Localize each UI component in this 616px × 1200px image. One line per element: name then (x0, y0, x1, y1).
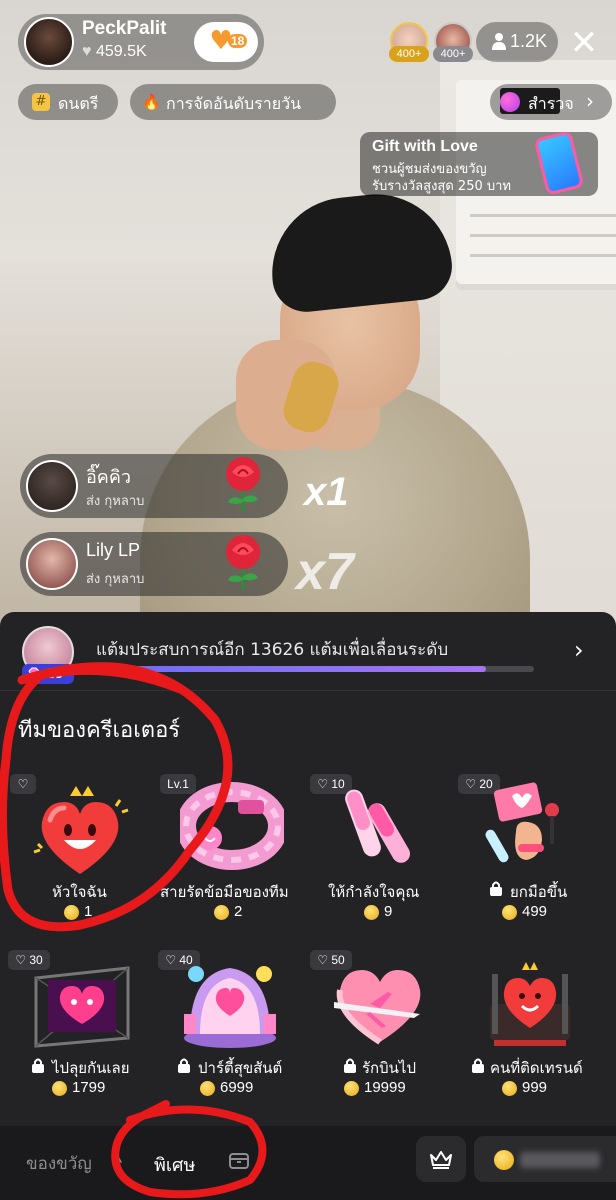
combo-sender-action-1: ส่ง กุหลาบ (86, 494, 145, 509)
tag-chip-daily-ranking-label: การจัดอันดับรายวัน (166, 94, 301, 113)
trending-heart-gift-icon (490, 962, 570, 1046)
xp-message: แต้มประสบการณ์อีก 13626 แต้มเพื่อเลื่อนร… (96, 640, 449, 660)
gift-price-6: 6999 (220, 1079, 254, 1096)
chevron-right-icon: › (586, 89, 594, 113)
host-likes: ♥ 459.5K (82, 43, 147, 61)
lock-icon (472, 1058, 484, 1073)
section-title: ทีมของครีเอเตอร์ (18, 718, 181, 743)
top-viewer-badge-1: 400+ (389, 46, 429, 62)
combo-multiplier-2: x7 (296, 543, 354, 601)
air-conditioner-vent (470, 234, 616, 237)
lock-icon (490, 881, 502, 896)
gift-name-7: รักบินไป (362, 1059, 416, 1077)
host-name: PeckPalit (82, 18, 167, 39)
close-icon[interactable]: ✕ (566, 26, 602, 62)
gift-name-6: ปาร์ตี้สุขสันต์ (198, 1059, 283, 1077)
led-screen-gift-icon (34, 966, 130, 1048)
lock-icon (178, 1058, 190, 1073)
glowstick-gift-icon (345, 789, 410, 863)
combo-sender-name-1: อิ๊คคิว (86, 467, 131, 487)
chevron-right-icon[interactable]: › (574, 636, 584, 664)
diamond-icon (28, 667, 40, 682)
flame-icon: 🔥 (142, 93, 161, 111)
heart-face-gift-icon (33, 786, 129, 874)
coin-icon (494, 1150, 514, 1170)
coin-icon (364, 905, 379, 920)
air-conditioner-vent (470, 254, 616, 257)
coin-icon (64, 905, 79, 920)
top-viewer-badge-2: 400+ (433, 46, 473, 62)
gift-price-7: 19999 (364, 1079, 406, 1096)
gift-name-3: ให้กำลังใจคุณ (328, 883, 420, 901)
level-number: 28 (46, 665, 63, 682)
combo-sender-name-2: Lily LP (86, 540, 141, 560)
combo-multiplier-1: x1 (304, 470, 349, 514)
person-icon (492, 33, 506, 50)
rose-icon (226, 535, 260, 590)
caret-up-icon: ▲ (112, 1150, 122, 1165)
gift-price-3: 9 (384, 903, 393, 920)
coin-icon (200, 1081, 215, 1096)
coin-icon (344, 1081, 359, 1096)
gift-price-2: 2 (234, 903, 243, 920)
coin-icon (52, 1081, 67, 1096)
air-conditioner-vent (470, 214, 616, 217)
gift-with-love-title: Gift with Love (372, 138, 478, 155)
viewer-count: 1.2K (510, 31, 548, 51)
streamer-beret (264, 186, 456, 316)
hashtag-icon: # (32, 93, 50, 111)
gift-price-5: 1799 (72, 1079, 106, 1096)
gift-box-icon[interactable] (228, 1150, 250, 1170)
crown-icon (430, 1151, 452, 1169)
gift-name-1: หัวใจฉัน (52, 883, 107, 901)
host-avatar[interactable] (24, 17, 74, 67)
rose-icon (226, 457, 260, 512)
tab-gifts[interactable]: ของขวัญ (26, 1150, 92, 1177)
raised-hand-gift-icon (485, 782, 559, 863)
host-likes-count: 459.5K (95, 43, 147, 60)
explore-label: สำรวจ (528, 94, 574, 113)
divider (0, 690, 616, 691)
gift-name-8: คนที่ติดเทรนด์ (490, 1059, 583, 1077)
gift-name-5: ไปลุยกันเลย (52, 1059, 130, 1077)
gift-price-8: 999 (522, 1079, 548, 1096)
combo-sender-avatar-2[interactable] (26, 538, 78, 590)
lock-icon (32, 1058, 44, 1073)
gift-name-2: สายรัดข้อมือของทีม (160, 883, 289, 901)
blurred-balance (520, 1152, 600, 1168)
gift-price-1: 1 (84, 903, 93, 920)
tag-chip-music-label: ดนตรี (58, 94, 99, 113)
gift-with-love-line-2: รับรางวัลสูงสุด 250 บาท (372, 179, 511, 194)
tab-special[interactable]: พิเศษ (154, 1150, 195, 1179)
combo-sender-avatar-1[interactable] (26, 460, 78, 512)
explore-orb-icon (500, 92, 520, 112)
follow-team-count: 18 (228, 34, 248, 48)
party-stage-gift-icon (184, 966, 276, 1048)
heart-icon: ♥ (82, 43, 92, 60)
coin-icon (214, 905, 229, 920)
combo-sender-action-2: ส่ง กุหลาบ (86, 572, 145, 587)
xp-progress-fill (96, 666, 486, 672)
lock-icon (344, 1058, 356, 1073)
gift-name-4: ยกมือขึ้น (510, 883, 568, 901)
coin-icon (502, 905, 517, 920)
plane-heart-gift-icon (334, 970, 421, 1045)
gift-price-4: 499 (522, 903, 548, 920)
coin-icon (502, 1081, 517, 1096)
wristband-gift-icon (180, 782, 284, 870)
